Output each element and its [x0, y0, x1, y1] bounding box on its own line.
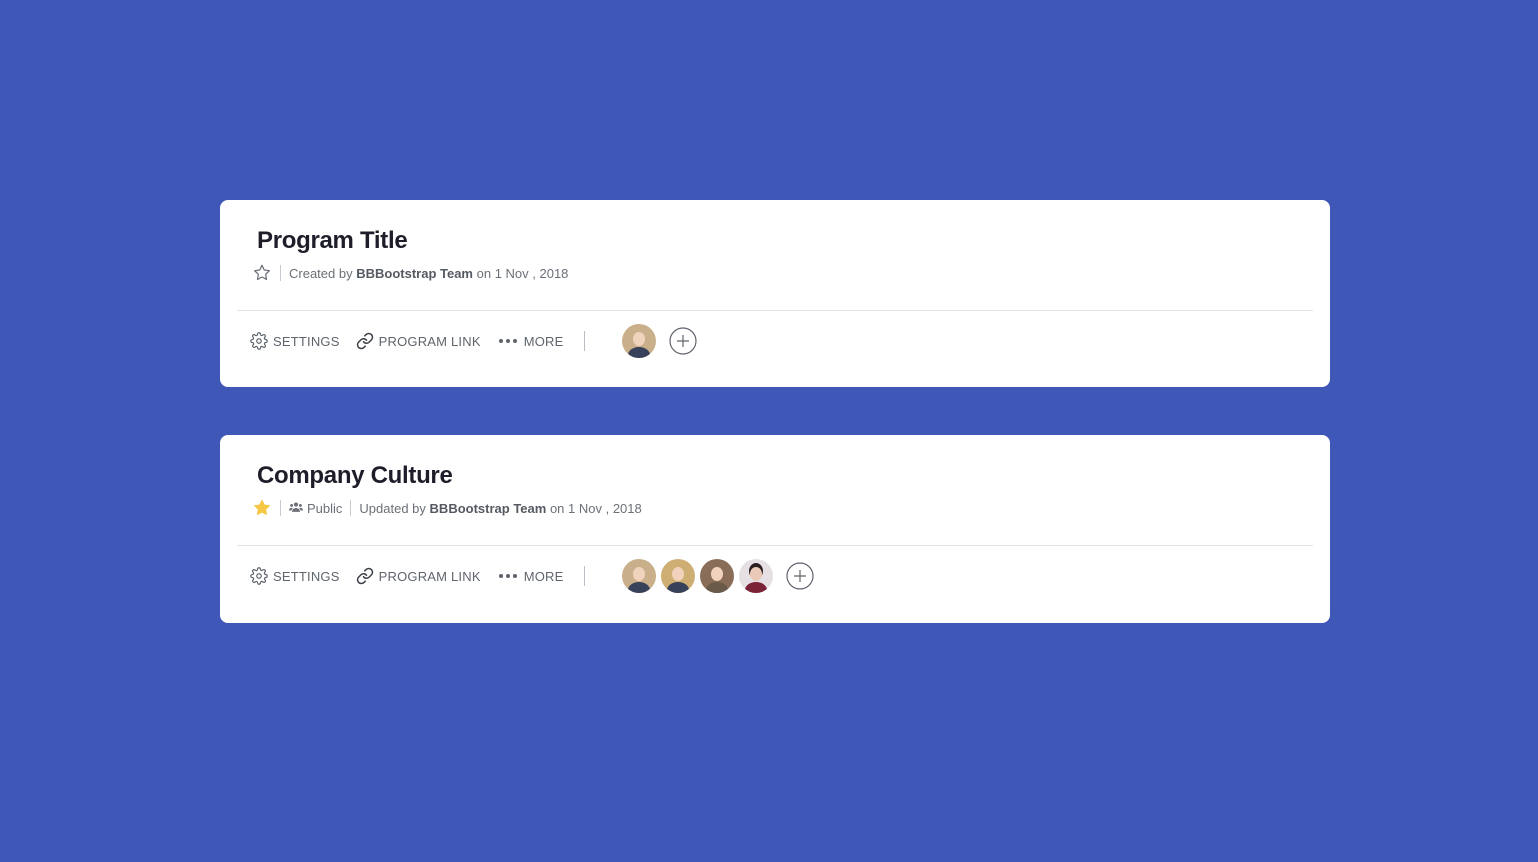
visibility-badge: Public — [289, 501, 342, 516]
more-label: MORE — [523, 568, 564, 584]
link-icon — [356, 567, 374, 585]
actions-separator — [583, 566, 585, 586]
meta-date: on 1 Nov , 2018 — [549, 500, 642, 516]
meta-author: BBBootstrap Team — [356, 265, 473, 281]
card-divider — [237, 545, 1313, 546]
program-link-button[interactable]: PROGRAM LINK — [356, 332, 481, 350]
star-icon[interactable] — [252, 263, 272, 283]
settings-label: SETTINGS — [273, 333, 340, 349]
visibility-label: Public — [307, 500, 343, 516]
meta-prefix: Created by — [289, 265, 353, 281]
settings-button[interactable]: SETTINGS — [250, 567, 340, 585]
card-title: Company Culture — [257, 462, 453, 489]
program-link-label: PROGRAM LINK — [378, 568, 481, 584]
ellipsis-icon — [497, 567, 519, 585]
member-avatar[interactable] — [660, 559, 695, 593]
card-actions: SETTINGS PROGRAM LINK MORE — [250, 324, 697, 358]
meta-author: BBBootstrap Team — [429, 500, 547, 516]
meta-date: on 1 Nov , 2018 — [476, 265, 569, 281]
plus-circle-icon[interactable] — [785, 562, 814, 590]
member-avatar[interactable] — [738, 559, 773, 593]
program-card: Company Culture Public Updated by BBBoot… — [220, 435, 1330, 623]
gear-icon — [250, 567, 268, 585]
settings-button[interactable]: SETTINGS — [250, 332, 340, 350]
plus-circle-icon[interactable] — [668, 327, 697, 355]
member-avatar[interactable] — [621, 559, 656, 593]
more-label: MORE — [523, 333, 564, 349]
meta-separator — [280, 500, 281, 516]
more-button[interactable]: MORE — [497, 567, 564, 585]
gear-icon — [250, 332, 268, 350]
star-icon[interactable] — [252, 498, 272, 518]
card-actions: SETTINGS PROGRAM LINK MORE — [250, 559, 814, 593]
users-icon — [289, 501, 303, 516]
meta-separator — [350, 500, 352, 516]
program-card: Program Title Created by BBBootstrap Tea… — [220, 200, 1330, 387]
meta-separator — [280, 265, 281, 281]
card-title: Program Title — [257, 227, 408, 254]
meta-prefix: Updated by — [359, 500, 426, 516]
settings-label: SETTINGS — [273, 568, 340, 584]
program-link-label: PROGRAM LINK — [378, 333, 481, 349]
member-avatar[interactable] — [699, 559, 734, 593]
link-icon — [356, 332, 374, 350]
program-link-button[interactable]: PROGRAM LINK — [356, 567, 481, 585]
member-avatar[interactable] — [621, 324, 656, 358]
card-meta: Public Updated by BBBootstrap Team on 1 … — [252, 497, 642, 519]
actions-separator — [583, 331, 585, 351]
ellipsis-icon — [497, 332, 519, 350]
card-meta: Created by BBBootstrap Team on 1 Nov , 2… — [252, 262, 568, 284]
card-divider — [237, 310, 1313, 311]
more-button[interactable]: MORE — [497, 332, 564, 350]
